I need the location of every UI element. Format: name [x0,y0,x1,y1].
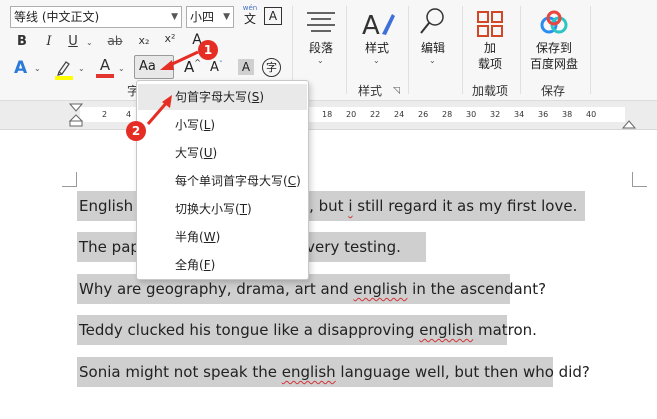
step-badge-1: 1 [198,40,218,60]
step-badge-2: 2 [126,121,146,141]
annotation-arrows-icon [146,50,199,125]
